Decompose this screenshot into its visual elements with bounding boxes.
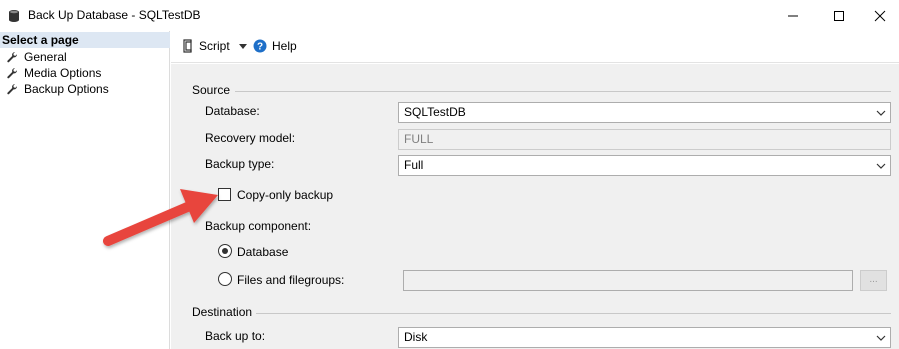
dropdown-arrow-icon[interactable] (238, 41, 248, 51)
close-button[interactable] (857, 0, 899, 31)
destination-divider (256, 313, 891, 314)
page-item-media-options[interactable]: Media Options (6, 65, 101, 81)
help-button[interactable]: ? Help (253, 39, 297, 53)
svg-text:?: ? (257, 42, 263, 53)
radio-files-label[interactable]: Files and filegroups: (237, 273, 344, 287)
database-label: Database: (205, 104, 260, 118)
script-icon (183, 39, 192, 53)
wrench-icon (7, 84, 18, 95)
wrench-icon (7, 52, 18, 63)
minimize-icon (788, 15, 798, 16)
page-item-label: General (24, 50, 67, 64)
database-icon (9, 10, 19, 22)
general-page: Source Database: SQLTestDB Recovery mode… (171, 64, 899, 349)
files-filegroups-field (403, 270, 853, 291)
chevron-down-icon (876, 335, 886, 341)
copy-only-label[interactable]: Copy-only backup (237, 188, 333, 202)
backup-type-combobox[interactable]: Full (398, 155, 891, 176)
help-label: Help (272, 39, 297, 53)
backup-to-value: Disk (404, 330, 428, 344)
recovery-model-label: Recovery model: (205, 131, 296, 145)
window-title: Back Up Database - SQLTestDB (28, 8, 201, 22)
browse-files-button[interactable]: ... (860, 270, 887, 291)
select-page-header: Select a page (0, 32, 170, 48)
page-item-label: Backup Options (24, 82, 109, 96)
radio-database-label[interactable]: Database (237, 245, 288, 259)
page-item-general[interactable]: General (6, 49, 67, 65)
chevron-down-icon (876, 163, 886, 169)
help-icon: ? (253, 39, 267, 53)
page-item-backup-options[interactable]: Backup Options (6, 81, 109, 97)
wrench-icon (7, 68, 18, 79)
annotation-arrow-icon (103, 189, 218, 246)
radio-files-filegroups[interactable] (218, 272, 232, 286)
maximize-icon (834, 10, 844, 21)
backup-to-combobox[interactable]: Disk (398, 327, 891, 348)
source-section-label: Source (192, 83, 231, 97)
script-button[interactable]: Script (181, 39, 248, 53)
maximize-button[interactable] (816, 0, 862, 31)
chevron-down-icon (876, 110, 886, 116)
source-divider (235, 91, 891, 92)
destination-section-label: Destination (192, 305, 253, 319)
database-value: SQLTestDB (404, 105, 466, 119)
recovery-model-field: FULL (398, 129, 891, 150)
toolbar: Script ? Help (171, 31, 899, 63)
backup-type-value: Full (404, 158, 424, 172)
title-bar: Back Up Database - SQLTestDB (0, 0, 899, 31)
minimize-button[interactable] (770, 0, 816, 31)
database-combobox[interactable]: SQLTestDB (398, 102, 891, 123)
script-label: Script (199, 39, 230, 53)
backup-type-label: Backup type: (205, 157, 275, 171)
backup-to-label: Back up to: (205, 329, 266, 343)
page-item-label: Media Options (24, 66, 102, 80)
close-icon (874, 10, 886, 21)
